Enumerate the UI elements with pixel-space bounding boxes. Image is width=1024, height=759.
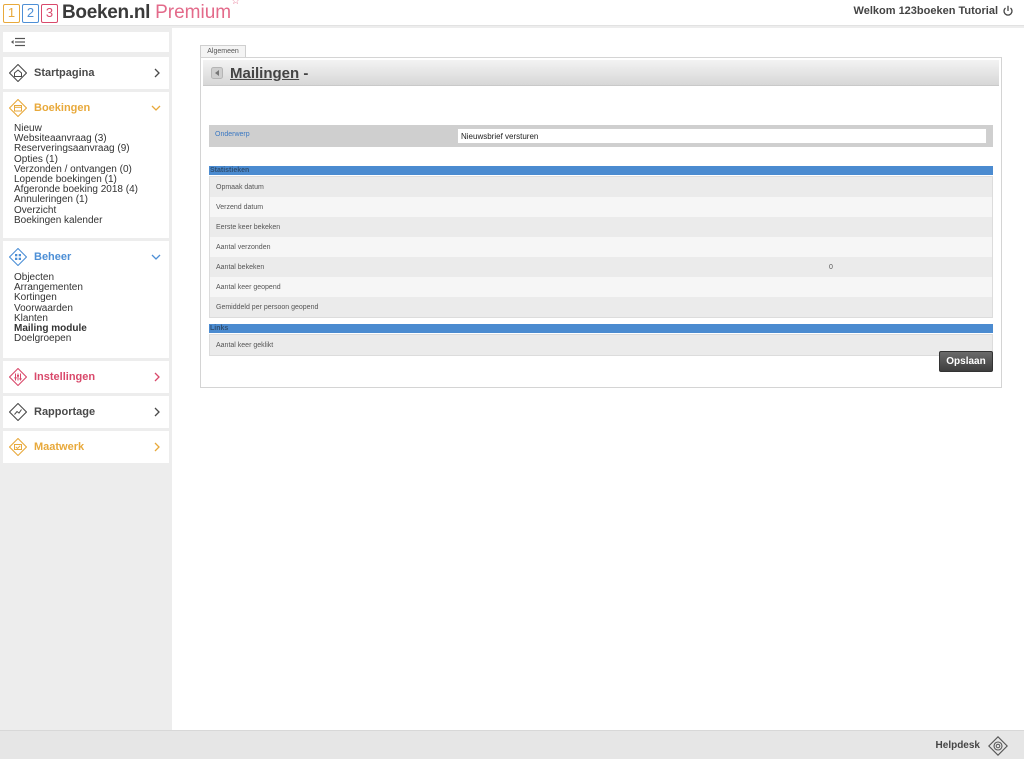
stat-value: 0 [829,264,833,271]
chevron-right-icon [154,68,160,78]
links-table: Aantal keer geklikt [209,334,993,356]
report-chart-icon [9,403,27,421]
statistieken-table: Opmaak datum Verzend datum Eerste keer b… [209,176,993,318]
sidebar-item-startpagina[interactable]: Startpagina [3,57,169,89]
table-row: Aantal keer geopend [210,277,992,297]
stat-label: Aantal verzonden [216,244,271,251]
onderwerp-input[interactable] [457,128,987,144]
stat-label: Aantal bekeken [216,264,265,271]
sidebar-title-maatwerk: Maatwerk [34,441,85,453]
table-row: Aantal keer geklikt [210,335,992,355]
stat-label: Gemiddeld per persoon geopend [216,304,319,311]
statistieken-header: Statistieken [209,166,993,175]
welcome-user: Welkom 123boeken Tutorial [854,5,1014,17]
stat-label: Opmaak datum [216,184,264,191]
sidebar-toggle-bar [3,32,169,52]
sidebar-section-beheer: Beheer Objecten Arrangementen Kortingen … [3,241,169,358]
chevron-right-icon [154,372,160,382]
custom-work-icon [9,438,27,456]
sidebar-item-rapportage[interactable]: Rapportage [3,396,169,428]
sidebar-link-doelgroepen[interactable]: Doelgroepen [14,334,87,344]
settings-sliders-icon [9,368,27,386]
logo[interactable]: 1 2 3 Boeken.nl Premium☆ [3,0,241,24]
power-icon[interactable] [1002,5,1014,17]
page-title-link[interactable]: Mailingen [230,65,299,82]
helpdesk-link[interactable]: Helpdesk [936,740,980,751]
tab-algemeen[interactable]: Algemeen [200,45,246,57]
sidebar: Startpagina Boekingen Nieuw Websiteaanvr… [0,28,172,730]
footer: Helpdesk [0,730,1024,759]
beheer-list: Objecten Arrangementen Kortingen Voorwaa… [14,272,87,344]
table-row: Gemiddeld per persoon geopend [210,297,992,317]
title-bar: Mailingen - [203,60,999,86]
logo-digit-2: 2 [22,3,39,23]
table-row: Aantal verzonden [210,237,992,257]
chevron-down-icon [151,105,161,111]
sidebar-item-instellingen[interactable]: Instellingen [3,361,169,393]
logo-premium: Premium☆ [155,0,241,24]
page-title: Mailingen - [230,65,309,82]
lifebuoy-icon[interactable] [988,736,1008,756]
boekingen-list: Nieuw Websiteaanvraag (3) Reserveringsaa… [14,123,138,226]
table-row: Opmaak datum [210,177,992,197]
table-row: Verzend datum [210,197,992,217]
sidebar-title-instellingen: Instellingen [34,371,96,383]
chevron-right-icon [154,407,160,417]
sidebar-title-boekingen: Boekingen [34,102,91,114]
logo-digit-1: 1 [3,3,20,23]
star-icon: ☆ [231,0,241,7]
logo-digit-3: 3 [41,3,58,23]
top-bar: 1 2 3 Boeken.nl Premium☆ Welkom 123boeke… [0,0,1024,26]
booking-icon [9,99,27,117]
stat-label: Aantal keer geopend [216,284,281,291]
links-header: Links [209,324,993,333]
sidebar-title-startpagina: Startpagina [34,67,95,79]
table-row: Aantal bekeken 0 [210,257,992,277]
save-button[interactable]: Opslaan [939,351,993,372]
chevron-right-icon [154,442,160,452]
sidebar-section-boekingen: Boekingen Nieuw Websiteaanvraag (3) Rese… [3,92,169,238]
home-icon [9,64,27,82]
chevron-down-icon [151,254,161,260]
main-content: Algemeen Mailingen - Onderwerp Statistie… [172,28,1024,730]
stat-label: Verzend datum [216,204,264,211]
menu-collapse-icon[interactable] [11,37,25,47]
stat-label: Aantal keer geklikt [216,342,274,349]
mailing-form: Mailingen - Onderwerp Statistieken Opmaa… [200,57,1002,388]
table-row: Eerste keer bekeken [210,217,992,237]
onderwerp-row: Onderwerp [209,125,993,147]
sidebar-link-kalender[interactable]: Boekingen kalender [14,215,138,226]
sidebar-item-beheer[interactable]: Beheer [3,241,169,273]
welcome-text: Welkom 123boeken Tutorial [853,5,998,17]
back-arrow-icon[interactable] [211,67,223,79]
sidebar-title-rapportage: Rapportage [34,406,96,418]
onderwerp-label: Onderwerp [215,131,250,138]
sidebar-title-beheer: Beheer [34,251,72,263]
sidebar-item-maatwerk[interactable]: Maatwerk [3,431,169,463]
stat-label: Eerste keer bekeken [216,224,281,231]
logo-brand: Boeken.nl [62,2,151,23]
sidebar-item-boekingen[interactable]: Boekingen [3,92,169,124]
manage-icon [9,248,27,266]
